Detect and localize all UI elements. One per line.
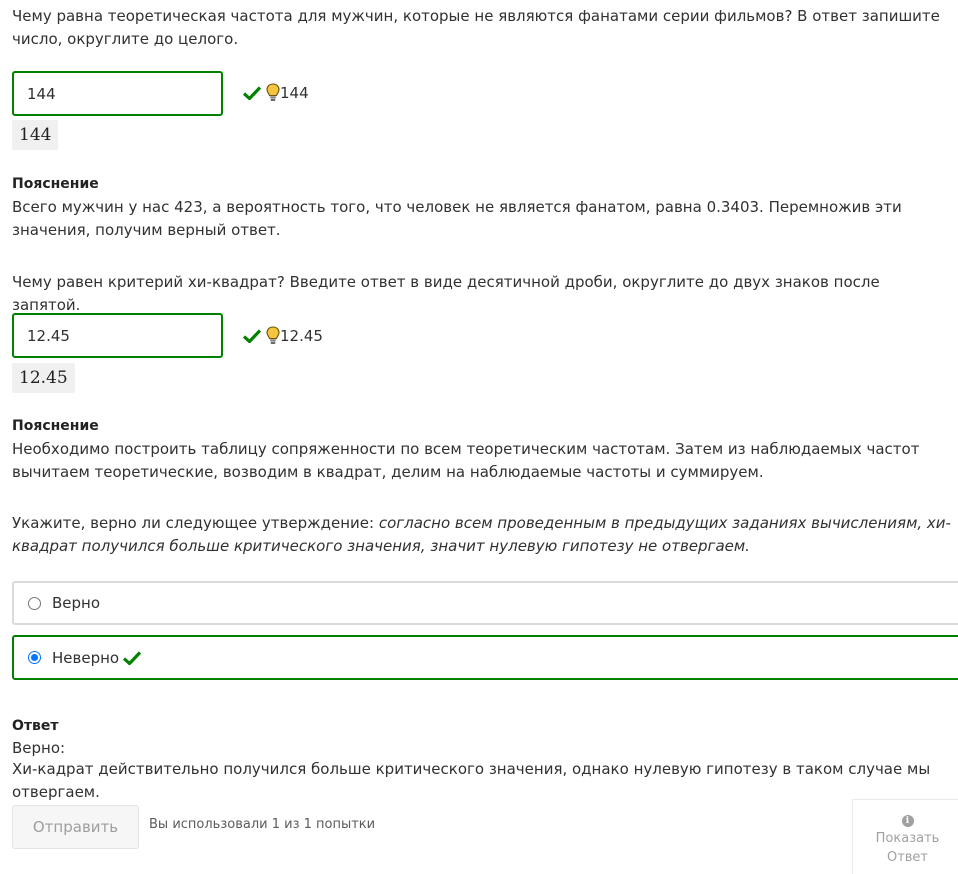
explanation-1-heading: Пояснение	[12, 176, 99, 192]
info-icon: i	[901, 815, 914, 827]
checkmark-icon	[243, 329, 261, 343]
question-2-preview: 12.45	[12, 363, 75, 393]
lightbulb-icon	[266, 83, 280, 101]
answer-heading: Ответ	[12, 718, 59, 734]
explanation-2-heading: Пояснение	[12, 418, 99, 434]
question-2-answer-input[interactable]	[12, 313, 223, 358]
radio-false[interactable]	[28, 651, 41, 664]
attempts-info: Вы использовали 1 из 1 попытки	[149, 817, 376, 832]
submit-button[interactable]: Отправить	[12, 805, 139, 849]
question-1-preview: 144	[12, 120, 59, 150]
lightbulb-icon	[266, 326, 280, 344]
question-1-status-value: 144	[280, 84, 309, 102]
question-3-prompt: Укажите, верно ли следующее утверждение:…	[12, 512, 952, 558]
question-3-prompt-plain: Укажите, верно ли следующее утверждение:	[12, 514, 379, 532]
question-1-prompt: Чему равна теоретическая частота для муж…	[12, 7, 940, 48]
answer-verdict: Верно:	[12, 739, 66, 757]
option-true[interactable]: Верно	[12, 581, 958, 625]
option-false[interactable]: Неверно	[12, 635, 958, 680]
radio-true[interactable]	[28, 596, 41, 610]
explanation-2-text: Необходимо построить таблицу сопряженнос…	[12, 440, 920, 481]
question-2-prompt: Чему равен критерий хи-квадрат? Введите …	[12, 273, 880, 314]
question-2-status-value: 12.45	[280, 327, 323, 345]
option-false-label: Неверно	[52, 648, 120, 667]
show-answer-button[interactable]: i Показать Ответ	[852, 799, 958, 874]
question-1-status: 144	[243, 83, 309, 103]
checkmark-icon	[243, 86, 261, 100]
explanation-1-text: Всего мужчин у нас 423, а вероятность то…	[12, 198, 902, 239]
question-2-status: 12.45	[243, 326, 323, 346]
show-answer-label-line2: Ответ	[886, 850, 929, 865]
answer-text: Хи-кадрат действительно получился больше…	[12, 760, 931, 801]
show-answer-label-line1: Показать	[875, 831, 940, 846]
checkmark-icon	[123, 650, 142, 665]
question-1-answer-input[interactable]	[12, 71, 223, 116]
option-true-label: Верно	[52, 594, 101, 612]
